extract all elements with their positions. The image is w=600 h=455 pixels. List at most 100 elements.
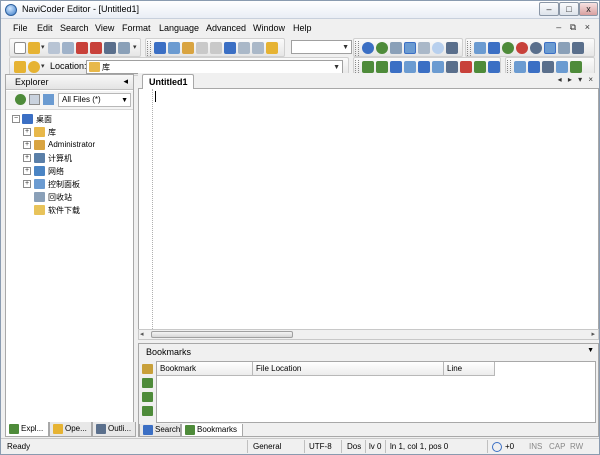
open-dropdown-icon[interactable]: ▾ bbox=[41, 43, 45, 51]
tree-expander[interactable]: − bbox=[12, 115, 20, 123]
tab-explorer[interactable]: Expl... bbox=[5, 422, 49, 437]
lowercase-icon[interactable] bbox=[404, 61, 416, 73]
favorites-icon[interactable] bbox=[14, 61, 26, 73]
window-icon[interactable] bbox=[474, 42, 486, 54]
explorer-panel-icon[interactable] bbox=[514, 61, 526, 73]
find-next-icon[interactable] bbox=[376, 42, 388, 54]
toolbar-grip[interactable] bbox=[467, 41, 471, 56]
new-file-icon[interactable] bbox=[14, 42, 26, 54]
location-combo[interactable]: 库 ▼ bbox=[86, 60, 343, 74]
tree-expander[interactable]: + bbox=[23, 180, 31, 188]
scrollbar-thumb[interactable] bbox=[151, 331, 293, 338]
word-wrap-icon[interactable] bbox=[544, 42, 556, 54]
remove-bookmark-icon[interactable] bbox=[142, 378, 153, 388]
run-icon[interactable] bbox=[488, 61, 500, 73]
close-button[interactable]: x bbox=[579, 2, 598, 16]
tab-navigation-controls[interactable]: ◂ ▸ ▾ × bbox=[558, 75, 595, 84]
copy-icon[interactable] bbox=[168, 42, 180, 54]
anchor-icon[interactable] bbox=[266, 42, 278, 54]
outline-panel-icon[interactable] bbox=[556, 61, 568, 73]
status-line-ending[interactable]: Dos bbox=[347, 442, 361, 451]
toolbar-grip[interactable] bbox=[147, 41, 151, 56]
redo-icon[interactable] bbox=[210, 42, 222, 54]
menu-format[interactable]: Format bbox=[122, 23, 151, 33]
mdi-window-controls[interactable]: – ⧉ × bbox=[556, 22, 593, 33]
zoom-icon[interactable] bbox=[492, 442, 502, 452]
maximize-button[interactable]: □ bbox=[559, 2, 579, 16]
menu-search[interactable]: Search bbox=[60, 23, 89, 33]
menu-window[interactable]: Window bbox=[253, 23, 285, 33]
bubble-icon[interactable] bbox=[432, 42, 444, 54]
menu-file[interactable]: File bbox=[13, 23, 28, 33]
refresh-icon[interactable] bbox=[15, 94, 26, 105]
save-all-icon[interactable] bbox=[62, 42, 74, 54]
syntax-combo[interactable]: ▼ bbox=[291, 40, 352, 54]
minimize-button[interactable]: – bbox=[539, 2, 559, 16]
open-folder-icon[interactable] bbox=[28, 42, 40, 54]
menu-language[interactable]: Language bbox=[159, 23, 199, 33]
tab-open-files[interactable]: Ope... bbox=[49, 422, 92, 437]
tree-expander[interactable]: + bbox=[23, 167, 31, 175]
tree-expander[interactable]: + bbox=[23, 141, 31, 149]
panel-menu-icon[interactable]: ▼ bbox=[587, 347, 594, 354]
copy-path-icon[interactable] bbox=[29, 94, 40, 105]
tab-untitled1[interactable]: Untitled1 bbox=[142, 74, 194, 89]
tab-outline[interactable]: Outli... bbox=[92, 422, 136, 437]
menu-view[interactable]: View bbox=[95, 23, 114, 33]
find-in-files-icon[interactable] bbox=[404, 42, 416, 54]
title-bar[interactable]: NaviCoder Editor - [Untitled1] – □ x bbox=[1, 1, 599, 19]
spell-check-icon[interactable] bbox=[362, 61, 374, 73]
explorer-options-icon[interactable] bbox=[43, 94, 54, 105]
search-marked-icon[interactable] bbox=[418, 42, 430, 54]
split-view-icon[interactable] bbox=[488, 42, 500, 54]
column-header-line[interactable]: Line bbox=[444, 362, 495, 376]
menu-advanced[interactable]: Advanced bbox=[206, 23, 246, 33]
find-icon[interactable] bbox=[362, 42, 374, 54]
tab-bookmarks[interactable]: Bookmarks bbox=[181, 424, 243, 437]
replace-icon[interactable] bbox=[390, 42, 402, 54]
horizontal-scrollbar[interactable]: ◂ ▸ bbox=[138, 329, 599, 340]
prev-bookmark-icon[interactable] bbox=[142, 392, 153, 402]
zoom-out-icon[interactable] bbox=[516, 42, 528, 54]
bookmark-panel-icon[interactable] bbox=[570, 61, 582, 73]
zoom-reset-icon[interactable] bbox=[530, 42, 542, 54]
favorites-dropdown-icon[interactable]: ▾ bbox=[41, 62, 45, 70]
close-all-icon[interactable] bbox=[90, 42, 102, 54]
uncomment-icon[interactable] bbox=[432, 61, 444, 73]
print-preview-icon[interactable] bbox=[118, 42, 130, 54]
tab-search[interactable]: Search bbox=[139, 424, 181, 437]
expand-icon[interactable] bbox=[238, 42, 250, 54]
file-filter-combo[interactable]: All Files (*) ▼ bbox=[58, 93, 131, 107]
close-file-icon[interactable] bbox=[76, 42, 88, 54]
undo-icon[interactable] bbox=[196, 42, 208, 54]
uppercase-icon[interactable] bbox=[390, 61, 402, 73]
explorer-collapse-icon[interactable]: ◂ bbox=[123, 76, 128, 87]
output-panel-icon[interactable] bbox=[528, 61, 540, 73]
goto-icon[interactable] bbox=[446, 42, 458, 54]
next-bookmark-icon[interactable] bbox=[142, 406, 153, 416]
print-icon[interactable] bbox=[104, 42, 116, 54]
line-numbers-icon[interactable] bbox=[558, 42, 570, 54]
status-mode[interactable]: General bbox=[253, 442, 281, 451]
tab-to-space-icon[interactable] bbox=[446, 61, 458, 73]
menu-help[interactable]: Help bbox=[293, 23, 312, 33]
status-encoding[interactable]: UTF-8 bbox=[309, 442, 332, 451]
zoom-in-icon[interactable] bbox=[502, 42, 514, 54]
toolbar-overflow-icon[interactable]: ▾ bbox=[133, 43, 137, 51]
tree-expander[interactable]: + bbox=[23, 154, 31, 162]
trim-icon[interactable] bbox=[460, 61, 472, 73]
column-header-bookmark[interactable]: Bookmark bbox=[157, 362, 253, 376]
text-editor[interactable] bbox=[138, 89, 599, 329]
add-bookmark-icon[interactable] bbox=[142, 364, 153, 374]
cut-icon[interactable] bbox=[154, 42, 166, 54]
columns-icon[interactable] bbox=[542, 61, 554, 73]
save-icon[interactable] bbox=[48, 42, 60, 54]
star-icon[interactable] bbox=[28, 61, 40, 73]
collapse-icon[interactable] bbox=[252, 42, 264, 54]
indent-icon[interactable] bbox=[572, 42, 584, 54]
scroll-left-icon[interactable]: ◂ bbox=[140, 330, 144, 338]
font-icon[interactable] bbox=[376, 61, 388, 73]
paste-icon[interactable] bbox=[182, 42, 194, 54]
format-code-icon[interactable] bbox=[474, 61, 486, 73]
column-header-file-location[interactable]: File Location bbox=[253, 362, 444, 376]
